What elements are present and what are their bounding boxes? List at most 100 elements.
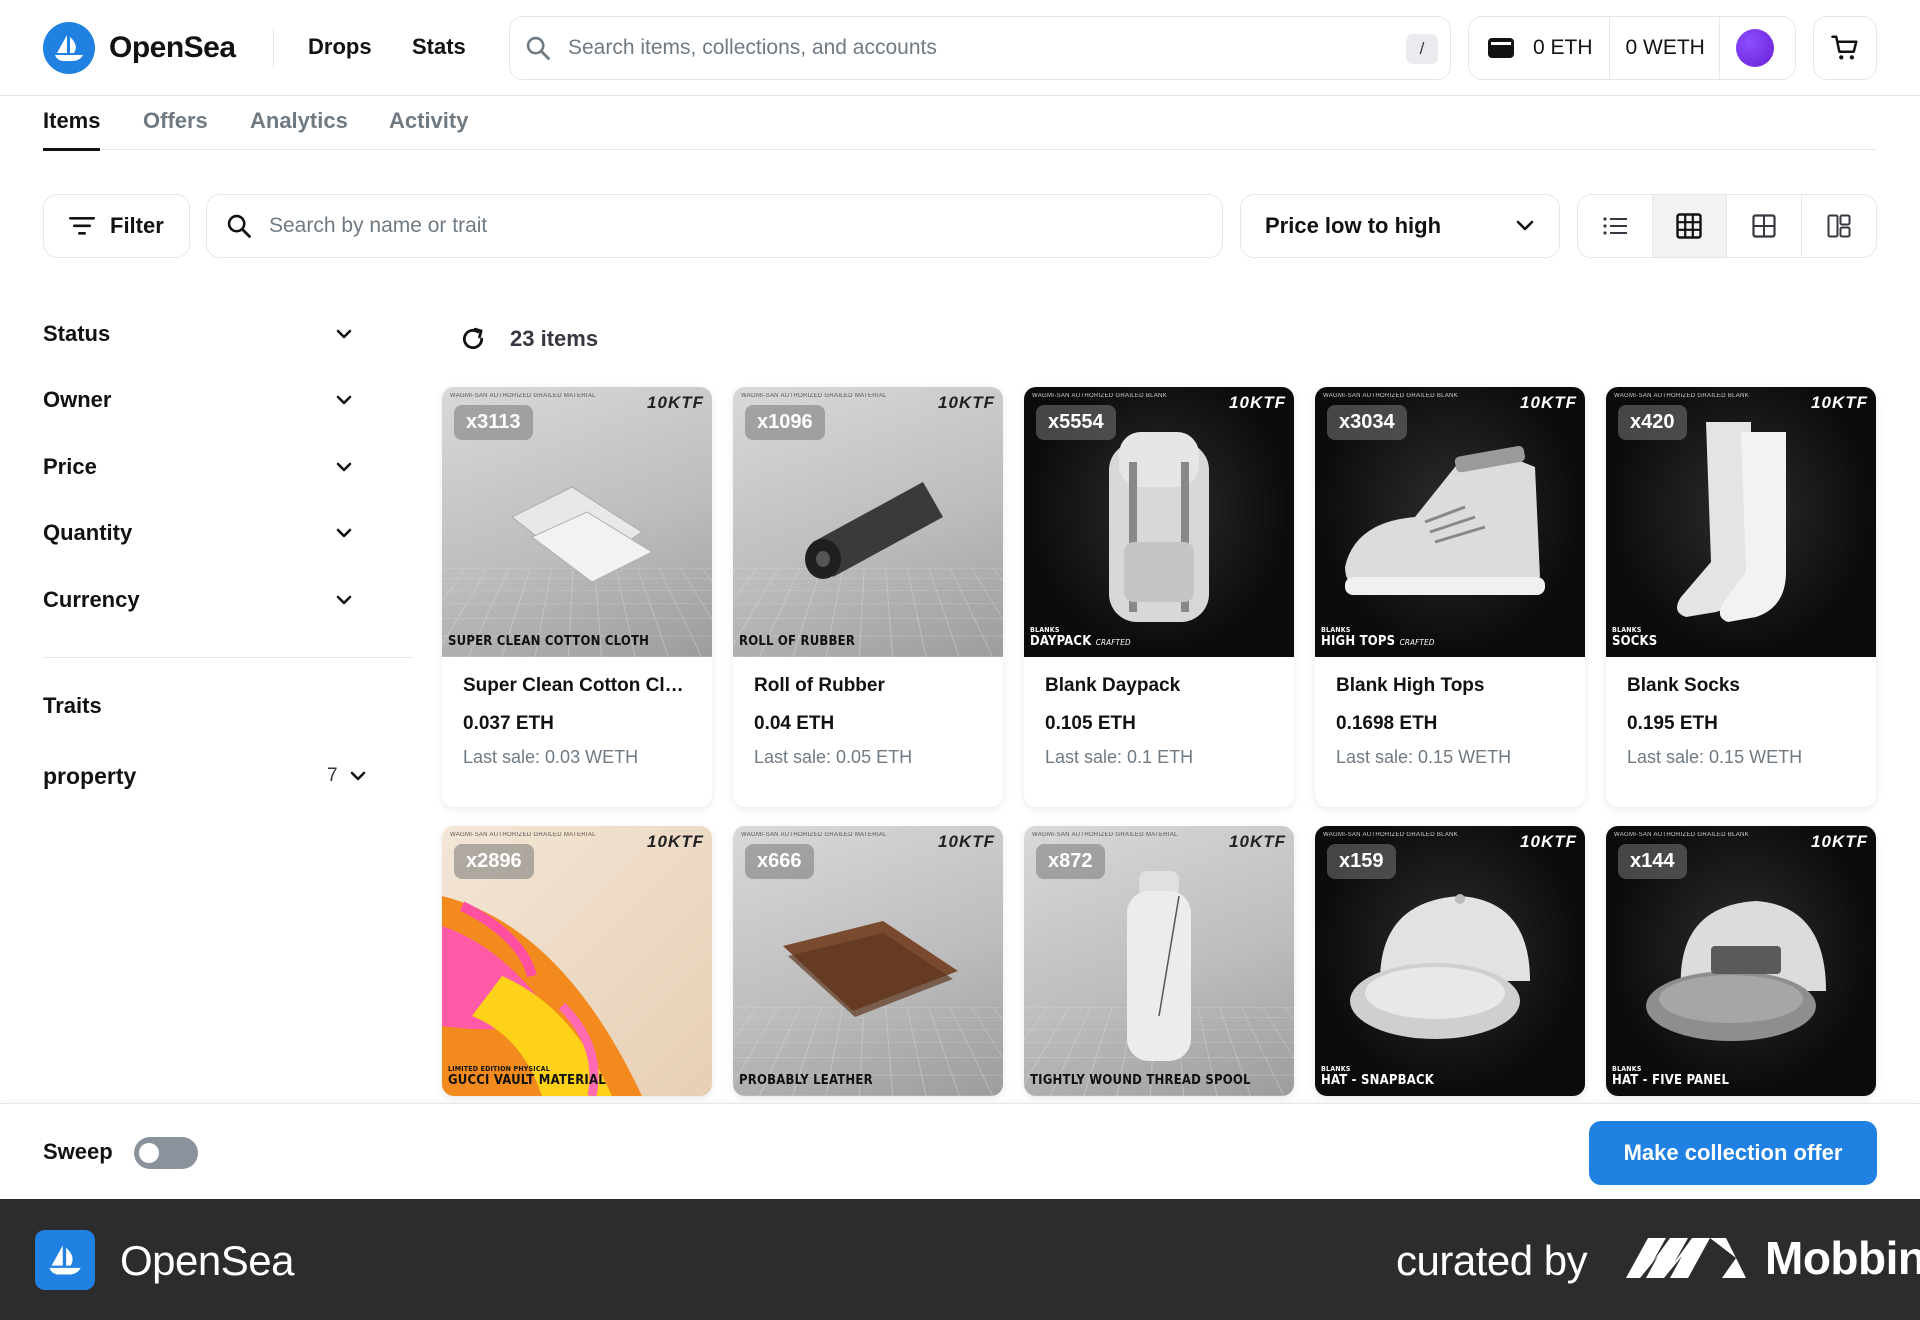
filter-owner-label: Owner (43, 387, 112, 412)
profile-avatar[interactable] (1735, 29, 1774, 67)
item-info: Roll of Rubber 0.04 ETH Last sale: 0.05 … (733, 657, 1003, 807)
item-card[interactable]: WAGMI-SAN AUTHORIZED GRAILED MATERIAL 10… (442, 387, 712, 807)
sweep-toggle[interactable] (134, 1137, 198, 1169)
sort-dropdown[interactable]: Price low to high (1240, 194, 1560, 258)
tab-activity[interactable]: Activity (389, 108, 468, 148)
item-card[interactable]: WAGMI-SAN AUTHORIZED GRAILED MATERIAL 10… (442, 826, 712, 1096)
image-fine-print: WAGMI-SAN AUTHORIZED GRAILED MATERIAL (450, 832, 596, 838)
cloth-illustration (511, 486, 654, 583)
tab-items[interactable]: Items (43, 108, 101, 151)
filter-owner[interactable]: Owner (43, 380, 383, 420)
mosaic-view-button[interactable] (1802, 195, 1877, 257)
item-last-sale: Last sale: 0.05 ETH (754, 747, 913, 767)
tab-analytics[interactable]: Analytics (250, 108, 348, 148)
image-fine-print: WAGMI-SAN AUTHORIZED GRAILED BLANK (1323, 393, 1458, 399)
list-view-button[interactable] (1578, 195, 1653, 257)
search-icon (526, 36, 550, 60)
item-card[interactable]: WAGMI-SAN AUTHORIZED GRAILED BLANK 10KTF… (1606, 387, 1876, 807)
search-shortcut-key: / (1406, 34, 1438, 64)
items-count-bar: 23 items (460, 326, 598, 352)
item-price: 0.105 ETH (1045, 713, 1136, 734)
item-card[interactable]: WAGMI-SAN AUTHORIZED GRAILED BLANK 10KTF… (1024, 387, 1294, 807)
wallet-separator (1608, 16, 1610, 80)
image-caption-text: DAYPACK (1030, 634, 1092, 649)
item-image: WAGMI-SAN AUTHORIZED GRAILED MATERIAL 10… (442, 826, 712, 1096)
cart-button[interactable] (1813, 16, 1877, 80)
image-caption-text: SOCKS (1612, 634, 1658, 649)
mosaic-view-icon (1827, 214, 1851, 238)
quantity-badge: x3034 (1327, 405, 1407, 440)
brand-mark: 10KTF (1811, 393, 1868, 412)
chevron-down-icon (350, 771, 366, 781)
global-search-input[interactable] (568, 36, 1388, 60)
item-name: Roll of Rubber (754, 675, 885, 696)
item-name: Blank Socks (1627, 675, 1740, 696)
top-header: OpenSea Drops Stats / 0 ETH 0 WETH (0, 0, 1920, 96)
quantity-badge: x872 (1036, 844, 1105, 879)
item-price: 0.037 ETH (463, 713, 554, 734)
mobbin-wordmark: Mobbin (1765, 1232, 1920, 1284)
filter-price[interactable]: Price (43, 447, 383, 487)
sort-selected-value: Price low to high (1265, 213, 1442, 238)
filter-status-label: Status (43, 321, 111, 346)
wallet-balance-button[interactable]: 0 ETH 0 WETH (1468, 16, 1796, 80)
brand-mark: 10KTF (1229, 393, 1286, 412)
tab-offers[interactable]: Offers (143, 108, 208, 148)
item-image: WAGMI-SAN AUTHORIZED GRAILED BLANK 10KTF… (1606, 387, 1876, 657)
nav-drops[interactable]: Drops (308, 34, 372, 60)
item-image: WAGMI-SAN AUTHORIZED GRAILED MATERIAL 10… (733, 826, 1003, 1096)
image-fine-print: WAGMI-SAN AUTHORIZED GRAILED MATERIAL (741, 393, 887, 399)
brand-mark: 10KTF (1520, 832, 1577, 851)
footer-app-name: OpenSea (120, 1237, 294, 1284)
large-grid-view-button[interactable] (1727, 195, 1802, 257)
item-card[interactable]: WAGMI-SAN AUTHORIZED GRAILED BLANK 10KTF… (1315, 826, 1585, 1096)
image-caption-text: HAT - SNAPBACK (1321, 1073, 1435, 1088)
item-info: Blank Daypack 0.105 ETH Last sale: 0.1 E… (1024, 657, 1294, 807)
image-caption: PROBABLY LEATHER (739, 1073, 873, 1088)
small-grid-view-button[interactable] (1652, 195, 1727, 257)
filter-status[interactable]: Status (43, 314, 383, 354)
blanks-tag: BLANKS (1321, 626, 1351, 634)
item-card[interactable]: WAGMI-SAN AUTHORIZED GRAILED BLANK 10KTF… (1606, 826, 1876, 1096)
trait-property[interactable]: property 7 (43, 756, 383, 796)
item-card[interactable]: WAGMI-SAN AUTHORIZED GRAILED BLANK 10KTF… (1315, 387, 1585, 807)
five-panel-hat-illustration (1646, 901, 1826, 1041)
collection-tabs: Items Offers Analytics Activity (43, 96, 1877, 151)
item-card[interactable]: WAGMI-SAN AUTHORIZED GRAILED MATERIAL 10… (1024, 826, 1294, 1096)
opensea-logo[interactable]: OpenSea (43, 22, 236, 74)
item-image: WAGMI-SAN AUTHORIZED GRAILED BLANK 10KTF… (1606, 826, 1876, 1096)
high-tops-illustration (1345, 445, 1545, 595)
image-caption-text: GUCCI VAULT MATERIAL (448, 1073, 606, 1088)
item-card[interactable]: WAGMI-SAN AUTHORIZED GRAILED MATERIAL 10… (733, 826, 1003, 1096)
view-mode-switcher (1577, 194, 1877, 258)
nav-stats[interactable]: Stats (412, 34, 466, 60)
logo-wordmark: OpenSea (109, 31, 236, 64)
wallet-icon (1488, 38, 1514, 58)
crafted-tag: CRAFTED (1399, 638, 1435, 647)
item-image: WAGMI-SAN AUTHORIZED GRAILED BLANK 10KTF… (1024, 387, 1294, 657)
filter-currency[interactable]: Currency (43, 580, 383, 620)
item-image: WAGMI-SAN AUTHORIZED GRAILED BLANK 10KTF… (1315, 387, 1585, 657)
cart-icon (1831, 35, 1858, 60)
filter-button[interactable]: Filter (43, 194, 190, 258)
item-name: Blank High Tops (1336, 675, 1485, 696)
refresh-icon[interactable] (460, 326, 486, 352)
filter-currency-label: Currency (43, 587, 140, 612)
global-search-bar[interactable]: / (509, 16, 1451, 80)
blanks-tag: BLANKS (1612, 1065, 1642, 1073)
quantity-badge: x3113 (454, 405, 533, 440)
chevron-down-icon (336, 462, 352, 472)
trait-search-input[interactable] (269, 214, 1169, 238)
sidebar-divider (43, 657, 413, 658)
image-caption: BLANKS HAT - SNAPBACK (1321, 1065, 1434, 1088)
filter-quantity[interactable]: Quantity (43, 513, 383, 553)
make-collection-offer-button[interactable]: Make collection offer (1589, 1121, 1877, 1185)
mobbin-footer: OpenSea curated by Mobbin (0, 1199, 1920, 1320)
item-last-sale: Last sale: 0.1 ETH (1045, 747, 1194, 767)
items-count: 23 items (510, 326, 599, 351)
trait-search-bar[interactable] (206, 194, 1223, 258)
item-card[interactable]: WAGMI-SAN AUTHORIZED GRAILED MATERIAL 10… (733, 387, 1003, 807)
item-image: WAGMI-SAN AUTHORIZED GRAILED MATERIAL 10… (1024, 826, 1294, 1096)
header-divider (273, 28, 274, 68)
chevron-down-icon (1516, 220, 1534, 231)
